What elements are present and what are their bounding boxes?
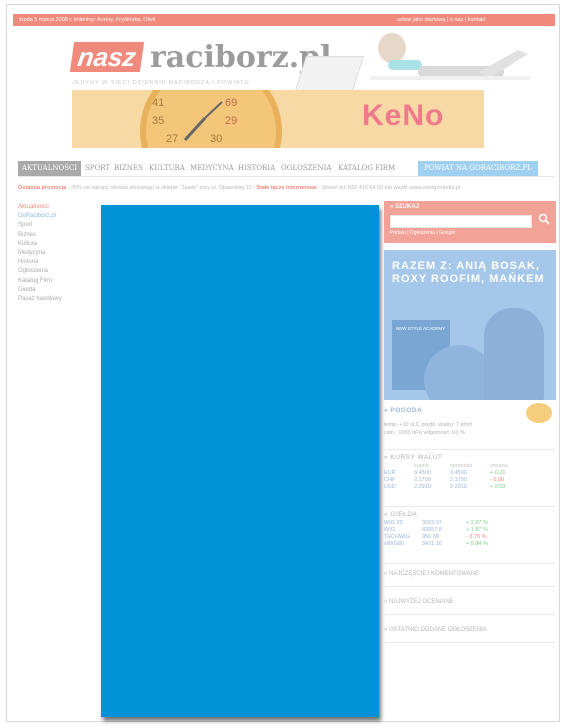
left-nav-item[interactable]: Ogłoszenia xyxy=(18,267,88,276)
nav-sport[interactable]: SPORT xyxy=(85,161,110,176)
laptop-illustration xyxy=(293,56,365,94)
left-nav-item[interactable]: Giełda xyxy=(18,286,88,295)
nav-biznes[interactable]: BIZNES xyxy=(114,161,143,176)
clock-number: 29 xyxy=(225,115,237,127)
left-nav-item[interactable]: Historia xyxy=(18,258,88,267)
clock-number: 35 xyxy=(152,115,164,127)
tagline: JEDYNY W SIECI DZIENNIK RACIBORZA I POWI… xyxy=(72,80,250,86)
search-widget: » SZUKAJ Portalu | Ogłoszenia | Google xyxy=(384,201,556,243)
clock-number: 27 xyxy=(166,133,178,145)
promo-banner[interactable]: RAZEM Z: ANIĄ BOSAK, ROXY ROOFIM, MAŃKEM… xyxy=(384,250,556,400)
currency-widget: » KURSY WALUT kupno sprzedaż zmiana EUR 3… xyxy=(384,454,556,491)
search-icon[interactable] xyxy=(538,213,550,225)
clock-numbers: 41 69 35 29 27 30 xyxy=(152,97,237,145)
divider xyxy=(384,563,556,564)
clock-number: 30 xyxy=(210,133,222,145)
weather-line-1: temp. +10 st.C prędk. wiatru: 7 km/h xyxy=(384,422,473,428)
table-row: EUR 3.4500 3.4500 + 0.21 xyxy=(384,470,506,476)
person-illustration xyxy=(484,308,544,400)
exchange-table: WIG 20 3023.37 + 2.07 % WIG 43557.8 + 1.87 %… xyxy=(384,520,492,548)
table-row: TECHWIG 956.69- 3.75 % xyxy=(384,534,487,540)
search-title: » SZUKAJ xyxy=(390,204,420,210)
weather-widget: » POGODA temp. +10 st.C prędk. wiatru: 7… xyxy=(384,403,556,437)
exchange-widget: » GIEŁDA WIG 20 3023.37 + 2.07 % WIG 43557.… xyxy=(384,511,556,548)
clock-number: 41 xyxy=(152,97,164,109)
search-tabs[interactable]: Portalu | Ogłoszenia | Google xyxy=(390,230,455,236)
cd-label: NEW STYLE ACADEMY xyxy=(396,326,446,331)
table-row: WIG 43557.8 + 1.87 % xyxy=(384,527,488,533)
clock-number: 69 xyxy=(225,97,237,109)
top-bar: środa 5 marca 2008 r. imieniny: Aurory, … xyxy=(13,14,555,26)
promo-label: Ostatnia promocja xyxy=(18,185,67,191)
sun-icon xyxy=(526,403,552,423)
left-nav-item[interactable]: Medycyna xyxy=(18,249,88,258)
left-nav-item[interactable]: GoRaciborz.pl xyxy=(18,212,88,221)
nav-ogloszenia[interactable]: OGŁOSZENIA xyxy=(281,161,331,176)
divider xyxy=(384,586,556,587)
keno-logo: KeNo xyxy=(362,99,445,132)
link-top-rated[interactable]: » NAJWYŻEJ OCENIANE xyxy=(384,599,454,605)
weather-line-2: ciśn.: 1003 hPa wilgotność: 63 % xyxy=(384,430,465,436)
nav-divider xyxy=(18,176,554,177)
link-most-commented[interactable]: » NAJCZĘŚCIEJ KOMENTOWANE xyxy=(384,571,479,577)
exchange-title: » GIEŁDA xyxy=(384,511,418,518)
promo-banner-title: RAZEM Z: ANIĄ BOSAK, ROXY ROOFIM, MAŃKEM xyxy=(392,260,545,285)
link-recent-ads[interactable]: » OSTATNIO DODANE OGŁOSZENIA xyxy=(384,627,487,633)
girl-illustration xyxy=(370,33,530,80)
left-nav-item[interactable]: Kultura xyxy=(18,240,88,249)
divider xyxy=(384,506,556,507)
currency-table: kupno sprzedaż zmiana EUR 3.4500 3.4500 + 0… xyxy=(384,463,512,491)
search-input[interactable] xyxy=(390,215,532,228)
divider xyxy=(384,642,556,643)
left-nav-item[interactable]: Sport xyxy=(18,221,88,230)
currency-header: zmiana xyxy=(490,463,508,469)
left-nav-item[interactable]: Katalog Firm xyxy=(18,277,88,286)
table-row: USD 2.2910 2.2010 + 0.03 xyxy=(384,484,506,490)
currency-header xyxy=(384,463,414,470)
logo-box: nasz xyxy=(69,42,144,72)
nav-medycyna[interactable]: MEDYCYNA xyxy=(190,161,234,176)
table-row: WIG 20 3023.37 + 2.07 % xyxy=(384,520,488,526)
left-nav-item[interactable]: Biznes xyxy=(18,231,88,240)
nav-aktualnosci[interactable]: AKTUALNOŚCI xyxy=(18,161,82,176)
nav-powiat[interactable]: POWIAT NA GORACIBORZ.PL xyxy=(418,161,538,176)
table-row: CHF 2.1709 2.1709- 0.00 xyxy=(384,477,505,483)
top-links[interactable]: ustaw jako startową | o nas | kontakt xyxy=(397,14,565,26)
promo-ticker[interactable]: Ostatnia promocja - 30% na zakupy obuwia… xyxy=(18,183,554,193)
promo-text: - 30% na zakupy obuwia zimowego w sklepi… xyxy=(66,185,257,191)
nav-kultura[interactable]: KULTURA xyxy=(149,161,185,176)
nav-historia[interactable]: HISTORIA xyxy=(238,161,275,176)
currency-title: » KURSY WALUT xyxy=(384,454,443,461)
promo-text-2: - dzwoń tel. 032 415 64 03 lub wejdź www… xyxy=(316,185,461,191)
overlay-panel xyxy=(101,205,379,717)
left-nav: Aktualności GoRaciborz.pl Sport Biznes K… xyxy=(18,203,88,304)
date-nameday: środa 5 marca 2008 r. imieniny: Aurory, … xyxy=(19,17,156,23)
keno-banner[interactable]: 41 69 35 29 27 30 KeNo xyxy=(72,90,484,148)
table-row: sWIG80 3421.16 + 0.84 % xyxy=(384,541,488,547)
main-nav: AKTUALNOŚCI SPORT BIZNES KULTURA MEDYCYN… xyxy=(18,161,554,176)
left-nav-item[interactable]: Pasaż handlowy xyxy=(18,295,88,304)
divider xyxy=(384,614,556,615)
promo-label-2: Stałe łącze internetowe xyxy=(256,185,317,191)
currency-header: sprzedaż xyxy=(450,463,473,469)
currency-header: kupno xyxy=(414,463,429,469)
divider xyxy=(384,449,556,450)
left-nav-item[interactable]: Aktualności xyxy=(18,203,88,212)
nav-katalog-firm[interactable]: KATALOG FIRM xyxy=(338,161,395,176)
